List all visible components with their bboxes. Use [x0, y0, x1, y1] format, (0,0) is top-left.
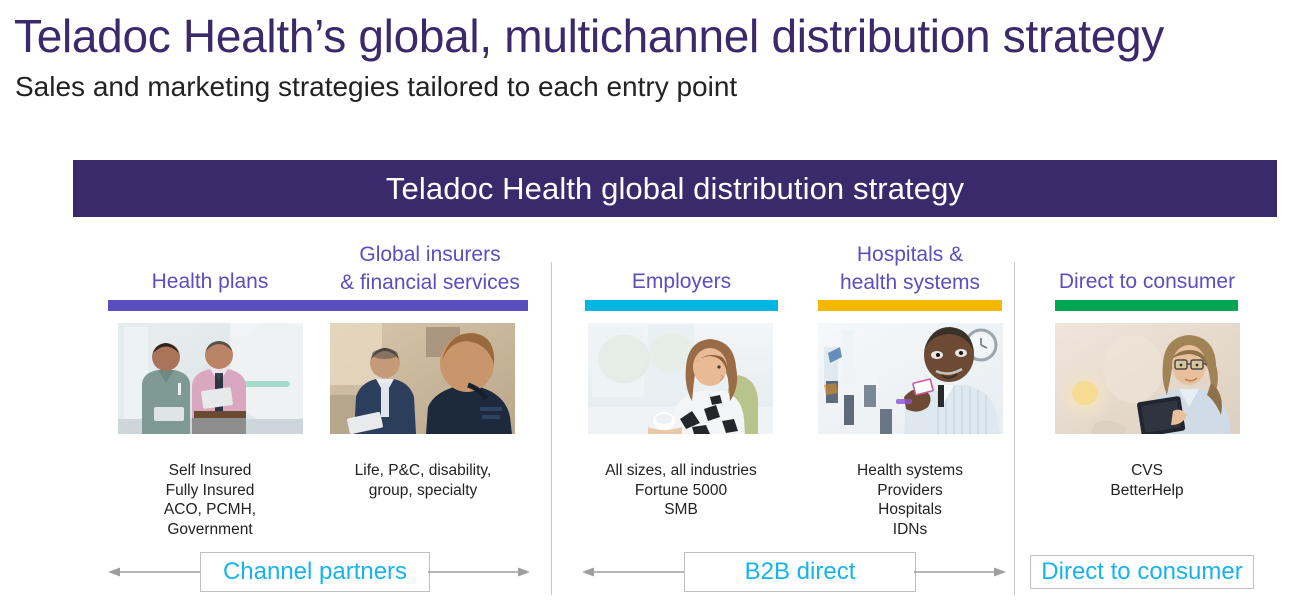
caption-health-plans: Self Insured Fully Insured ACO, PCMH, Go… [163, 462, 257, 538]
column-header-global-insurers: Global insurers & financial services [340, 243, 520, 294]
arrow-left-channel-partners [108, 565, 210, 579]
divider-b2b-vs-dtc [1014, 262, 1015, 595]
caption-hospitals: Health systems Providers Hospitals IDNs [857, 462, 963, 538]
slide-root: Teladoc Health’s global, multichannel di… [0, 0, 1294, 603]
channel-label-text: Channel partners [222, 558, 408, 585]
column-header-hospitals: Hospitals & health systems [839, 243, 981, 294]
banner-title: Teladoc Health global distribution strat… [385, 170, 965, 206]
arrow-left-b2b-direct [582, 565, 686, 579]
photo-doctor-in-lab [818, 323, 1003, 434]
column-header-health-plans: Health plans [151, 270, 269, 293]
photo-clinician-and-manager [118, 323, 303, 434]
column-header-direct-to-consumer: Direct to consumer [1058, 270, 1236, 293]
page-title: Teladoc Health’s global, multichannel di… [14, 10, 1164, 62]
channel-label-text: B2B direct [744, 558, 856, 585]
photo-two-businessmen-meeting [330, 323, 515, 434]
page-subtitle: Sales and marketing strategies tailored … [15, 71, 738, 102]
caption-direct-to-consumer: CVS BetterHelp [1110, 462, 1184, 499]
accent-bar-channel-partners [108, 300, 528, 311]
distribution-strategy-banner: Teladoc Health global distribution strat… [73, 160, 1277, 217]
accent-bar-hospitals [818, 300, 1002, 311]
column-header-employers: Employers [631, 270, 732, 293]
photo-woman-with-coffee [588, 323, 773, 434]
channel-label-channel-partners[interactable]: Channel partners [200, 552, 430, 592]
channel-label-direct-to-consumer[interactable]: Direct to consumer [1030, 555, 1254, 589]
photo-woman-with-tablet [1055, 323, 1240, 434]
caption-employers: All sizes, all industries Fortune 5000 S… [605, 462, 757, 518]
accent-bar-employers [585, 300, 778, 311]
channel-label-text: Direct to consumer [1041, 558, 1243, 585]
arrow-right-b2b-direct [914, 565, 1006, 579]
accent-bar-direct-to-consumer [1055, 300, 1238, 311]
caption-global-insurers: Life, P&C, disability, group, specialty [354, 462, 492, 499]
arrow-right-channel-partners [428, 565, 530, 579]
channel-label-b2b-direct[interactable]: B2B direct [684, 552, 916, 592]
divider-channel-vs-b2b [551, 262, 552, 595]
